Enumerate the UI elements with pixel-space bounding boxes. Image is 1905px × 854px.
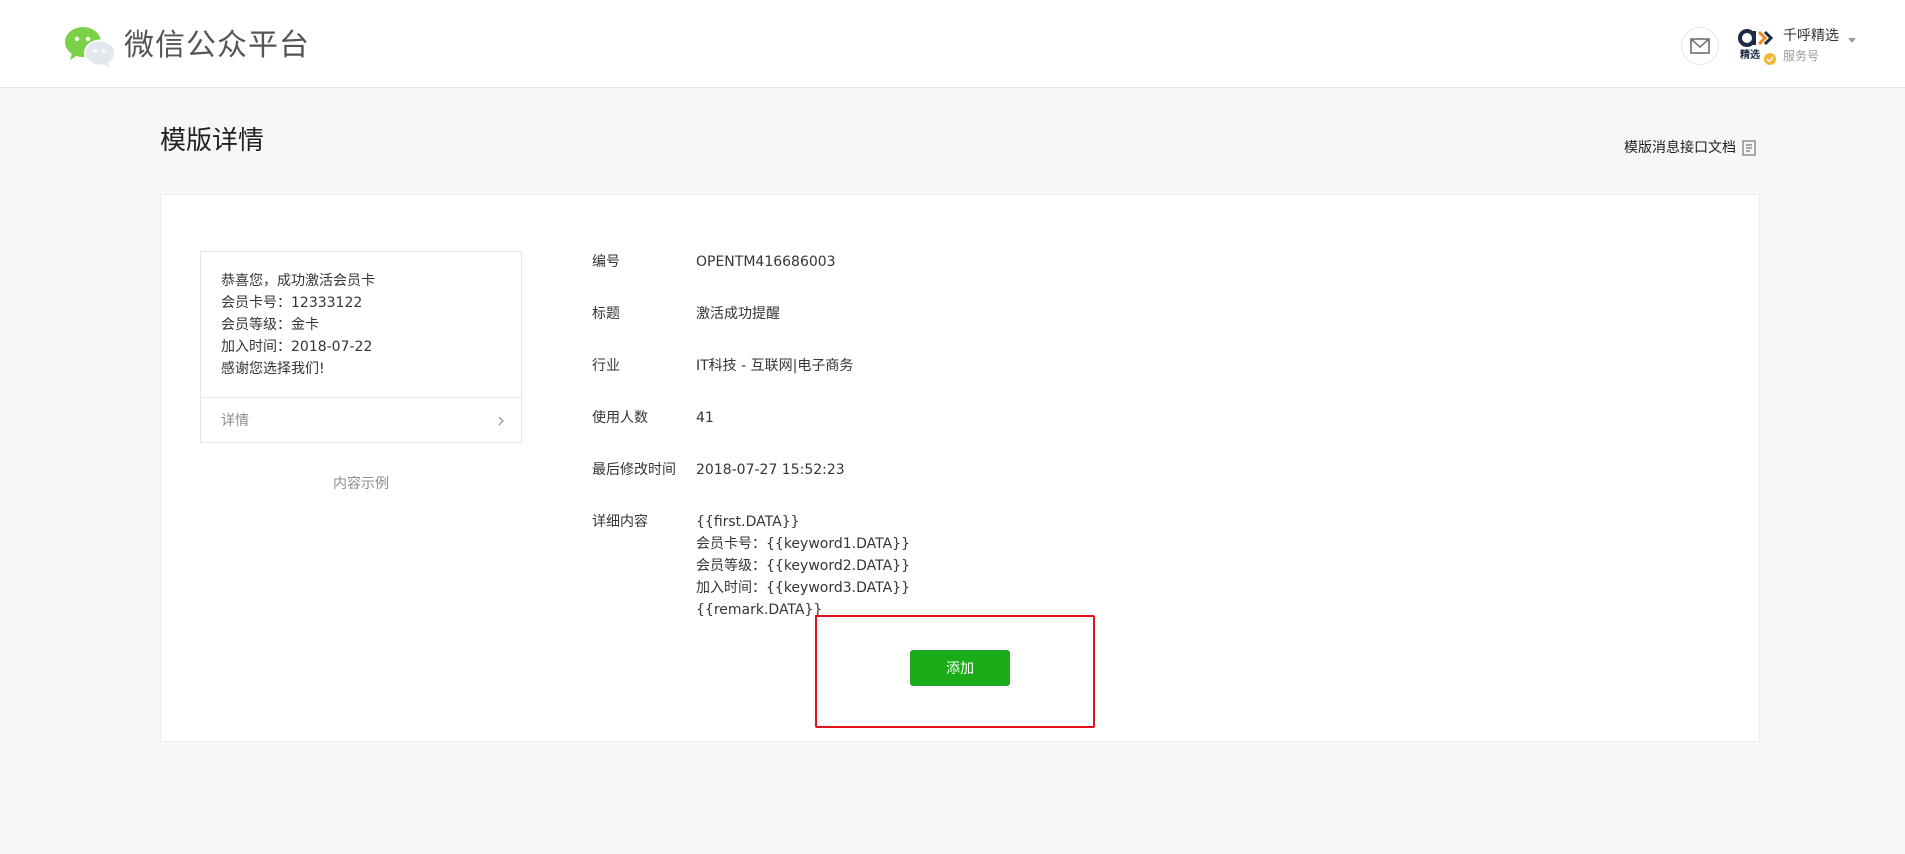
preview-line: 恭喜您，成功激活会员卡 — [221, 273, 375, 289]
wechat-logo-icon — [65, 27, 116, 68]
content-template-value: {{first.DATA}} 会员卡号：{{keyword1.DATA}} 会员… — [696, 511, 910, 621]
message-button[interactable] — [1681, 27, 1719, 65]
content-line: {{first.DATA}} — [696, 514, 800, 530]
preview-detail-link: 详情 — [201, 397, 521, 443]
template-id-value: OPENTM416686003 — [696, 254, 836, 270]
account-name[interactable]: 千呼精选 — [1783, 27, 1839, 45]
platform-brand[interactable]: 微信公众平台 — [124, 26, 310, 66]
industry-value: IT科技 - 互联网|电子商务 — [696, 358, 854, 374]
preview-detail-label: 详情 — [221, 413, 249, 429]
doc-link-label: 模版消息接口文档 — [1624, 140, 1736, 156]
top-header: 微信公众平台 精选 千呼精选 服务号 — [0, 0, 1905, 88]
preview-line: 感谢您选择我们! — [221, 361, 325, 377]
detail-label: 编号 — [592, 254, 620, 270]
detail-label: 最后修改时间 — [592, 462, 676, 478]
detail-label: 详细内容 — [592, 514, 648, 530]
template-api-doc-link[interactable]: 模版消息接口文档 — [1624, 138, 1756, 158]
chevron-down-icon[interactable] — [1848, 38, 1856, 43]
detail-label: 行业 — [592, 358, 620, 374]
document-icon — [1742, 140, 1756, 156]
preview-line: 加入时间：2018-07-22 — [221, 339, 373, 355]
chevron-right-icon — [498, 416, 504, 426]
svg-text:精选: 精选 — [1740, 48, 1760, 61]
template-title-value: 激活成功提醒 — [696, 306, 780, 322]
content-line: 会员卡号：{{keyword1.DATA}} — [696, 536, 910, 552]
content-preview-card: 恭喜您，成功激活会员卡 会员卡号：12333122 会员等级：金卡 加入时间：2… — [200, 251, 522, 443]
add-button[interactable]: 添加 — [910, 650, 1010, 686]
account-avatar-icon[interactable]: 精选 — [1738, 28, 1778, 66]
preview-caption: 内容示例 — [333, 476, 389, 492]
content-line: 会员等级：{{keyword2.DATA}} — [696, 558, 910, 574]
content-line: 加入时间：{{keyword3.DATA}} — [696, 580, 910, 596]
modified-time-value: 2018-07-27 15:52:23 — [696, 462, 845, 478]
usage-count-value: 41 — [696, 410, 714, 426]
detail-label: 使用人数 — [592, 410, 648, 426]
mail-icon — [1690, 38, 1710, 54]
preview-line: 会员卡号：12333122 — [221, 295, 363, 311]
preview-content: 恭喜您，成功激活会员卡 会员卡号：12333122 会员等级：金卡 加入时间：2… — [221, 270, 375, 380]
account-type: 服务号 — [1783, 49, 1820, 63]
detail-label: 标题 — [592, 306, 620, 322]
preview-line: 会员等级：金卡 — [221, 317, 319, 333]
page-title: 模版详情 — [160, 126, 265, 156]
